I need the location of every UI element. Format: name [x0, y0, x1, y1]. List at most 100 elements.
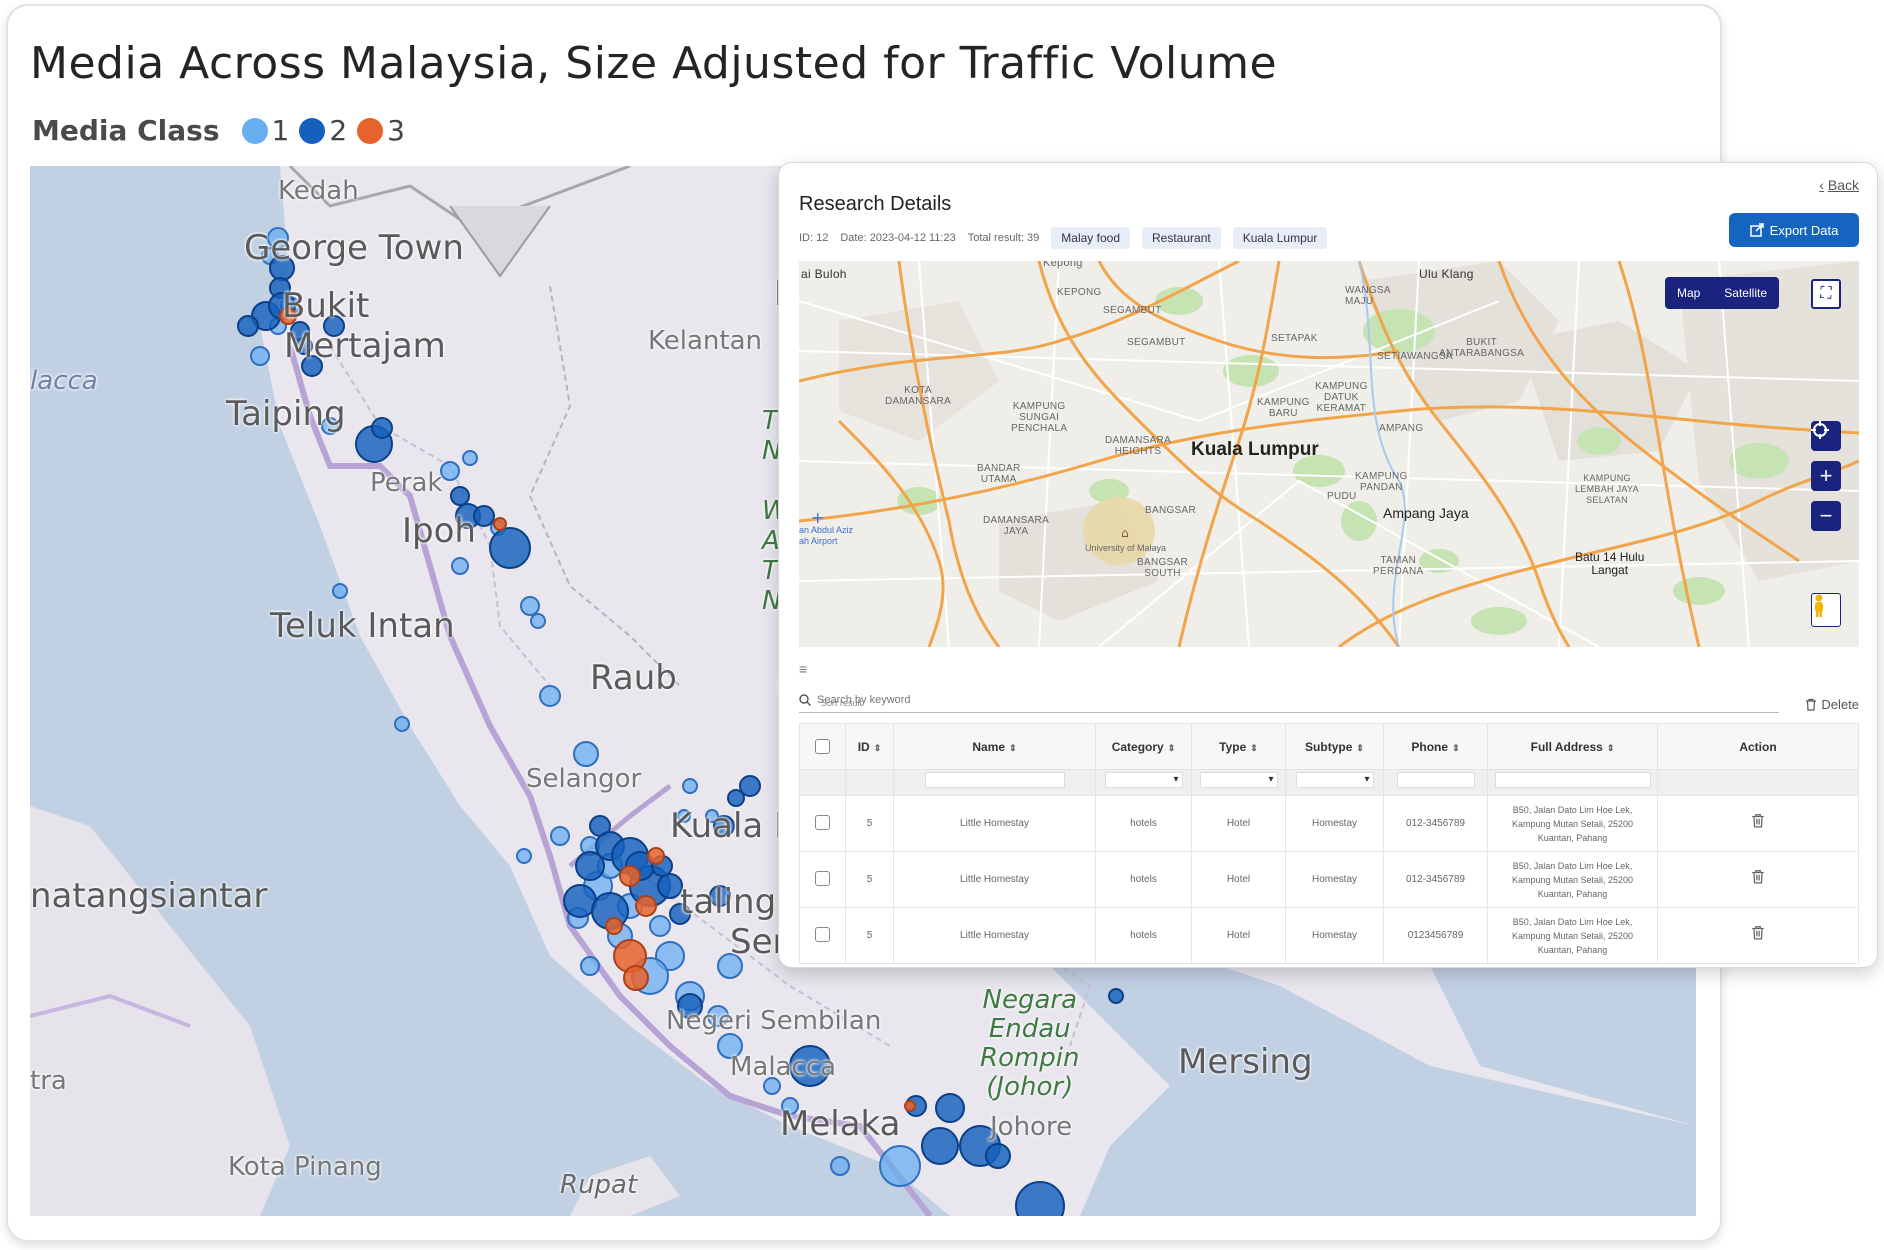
map-toggle-map[interactable]: Map	[1677, 286, 1700, 300]
map-label-ampang: AMPANG	[1379, 423, 1424, 434]
trash-icon	[1752, 870, 1764, 884]
map-label-tra: tra	[30, 1066, 67, 1096]
column-header-subtype[interactable]: Subtype ⇕	[1285, 723, 1384, 770]
fullscreen-icon[interactable]: ⛶	[1811, 279, 1841, 309]
map-label-kepong: KEPONG	[1057, 287, 1102, 298]
map-label-melaka: Melaka	[780, 1104, 901, 1144]
row-delete-button[interactable]	[1657, 795, 1859, 852]
search-bar[interactable]: Sort result	[799, 687, 1779, 713]
row-checkbox[interactable]	[815, 815, 830, 831]
sort-icon[interactable]: ≡	[799, 661, 807, 677]
cell-id: 5	[845, 795, 894, 852]
row-checkbox[interactable]	[815, 871, 830, 887]
kuala-lumpur-map[interactable]: + ⌂ ai Buloh Ulu Klang Kepong KEPONG SEG…	[799, 261, 1859, 647]
sort-arrows-icon: ⇕	[873, 742, 882, 753]
map-label-selangor: Selangor	[526, 764, 642, 794]
legend-item-2[interactable]: 2	[299, 114, 347, 147]
map-label-sg-buloh: ai Buloh	[801, 267, 847, 281]
map-label-petaling: taling	[680, 882, 777, 922]
map-label-pematangsiantar: natangsiantar	[30, 876, 268, 916]
filter-phone-input[interactable]	[1396, 771, 1475, 788]
cell-name: Little Homestay	[893, 851, 1096, 908]
column-header-name[interactable]: Name ⇕	[893, 723, 1096, 770]
column-label: Phone	[1411, 739, 1449, 754]
export-icon	[1749, 223, 1764, 237]
map-label-malacca: Malacca	[730, 1052, 837, 1082]
legend-title: Media Class	[32, 114, 220, 147]
meta-total: Total result: 39	[967, 232, 1040, 244]
column-header-phone[interactable]: Phone ⇕	[1383, 723, 1488, 770]
cell-category: hotels	[1095, 851, 1192, 908]
cell-id: 5	[845, 907, 894, 964]
map-label-setapak: SETAPAK	[1271, 333, 1318, 344]
row-select-cell[interactable]	[799, 907, 846, 964]
map-label-segambut-2: SEGAMBUT	[1127, 337, 1186, 348]
filter-category-select[interactable]	[1104, 771, 1183, 788]
row-delete-button[interactable]	[1657, 907, 1859, 964]
select-all-checkbox[interactable]	[815, 739, 830, 755]
table-row[interactable]: 5 Little Homestay hotels Hotel Homestay …	[799, 795, 1859, 852]
map-label-damansara-heights: DAMANSARA HEIGHTS	[1105, 435, 1172, 457]
map-toggle-satellite[interactable]: Satellite	[1724, 286, 1767, 300]
row-select-cell[interactable]	[799, 851, 846, 908]
map-label-datuk-keramat: KAMPUNG DATUK KERAMAT	[1315, 381, 1368, 414]
select-all-cell[interactable]	[799, 723, 846, 770]
column-label: ID	[857, 739, 870, 754]
meta-date: Date: 2023-04-12 11:23	[840, 232, 956, 244]
street-view-icon[interactable]	[1811, 593, 1841, 627]
tag-kuala-lumpur: Kuala Lumpur	[1232, 227, 1328, 249]
map-label-wangsa-maju: WANGSA MAJU	[1345, 285, 1391, 307]
crosshair-icon	[1811, 421, 1829, 439]
map-type-toggle[interactable]: Map Satellite	[1665, 277, 1779, 309]
map-label-bukit: Bukit	[282, 286, 370, 326]
cell-type: Hotel	[1191, 907, 1286, 964]
table-row[interactable]: 5 Little Homestay hotels Hotel Homestay …	[799, 851, 1859, 908]
row-checkbox[interactable]	[815, 927, 830, 943]
column-header-type[interactable]: Type ⇕	[1191, 723, 1286, 770]
filter-cell	[893, 769, 1096, 796]
sort-arrows-icon: ⇕	[1356, 742, 1364, 753]
column-header-category[interactable]: Category ⇕	[1095, 723, 1192, 770]
map-label-kampung-baru: KAMPUNG BARU	[1257, 397, 1310, 419]
delete-button[interactable]: Delete	[1805, 697, 1859, 712]
filter-subtype-select[interactable]	[1295, 771, 1374, 788]
column-label: Category	[1111, 739, 1164, 754]
filter-cell	[1095, 769, 1192, 796]
locate-icon[interactable]	[1811, 421, 1841, 451]
filter-cell	[1487, 769, 1658, 796]
map-label-airport: an Abdul Aziz ah Airport	[799, 525, 854, 546]
table-row[interactable]: 5 Little Homestay hotels Hotel Homestay …	[799, 907, 1859, 964]
table-header-row: ID ⇕ Name ⇕ Category ⇕ Type ⇕ Subtype ⇕ Phone…	[799, 723, 1859, 770]
filter-address-input[interactable]	[1494, 771, 1651, 788]
zoom-in-icon[interactable]: +	[1811, 461, 1841, 491]
back-link[interactable]: ‹ Back	[1819, 177, 1859, 193]
zoom-out-icon[interactable]: −	[1811, 501, 1841, 531]
legend-item-3[interactable]: 3	[357, 114, 405, 147]
legend-label: 3	[387, 114, 405, 147]
row-delete-button[interactable]	[1657, 851, 1859, 908]
cell-address: B50, Jalan Dato Lim Hoe Lek, Kampung Mut…	[1487, 851, 1658, 908]
map-label-kota-pinang: Kota Pinang	[228, 1152, 382, 1182]
map-label-perak: Perak	[370, 468, 443, 498]
sort-arrows-icon: ⇕	[1452, 742, 1460, 753]
column-header-address[interactable]: Full Address ⇕	[1487, 723, 1658, 770]
map-label-raub: Raub	[590, 658, 677, 698]
row-select-cell[interactable]	[799, 795, 846, 852]
filter-type-select[interactable]	[1199, 771, 1278, 788]
results-table: ID ⇕ Name ⇕ Category ⇕ Type ⇕ Subtype ⇕ Phone…	[799, 723, 1859, 964]
kl-map-base: + ⌂	[799, 261, 1859, 647]
column-header-id[interactable]: ID ⇕	[845, 723, 894, 770]
search-input[interactable]	[817, 693, 1417, 706]
map-label-kuala-lumpur: Kuala Lumpur	[1191, 439, 1319, 460]
export-data-button[interactable]: Export Data	[1729, 213, 1859, 247]
map-label-teluk-intan: Teluk Intan	[270, 606, 455, 646]
cell-name: Little Homestay	[893, 795, 1096, 852]
map-label-ipoh: Ipoh	[402, 511, 476, 551]
map-label-pudu: PUDU	[1327, 491, 1357, 502]
column-header-action: Action	[1657, 723, 1859, 770]
legend-item-1[interactable]: 1	[241, 114, 289, 147]
filter-name-input[interactable]	[924, 771, 1065, 788]
column-label: Name	[972, 739, 1006, 754]
map-label-bandar-utama: BANDAR UTAMA	[977, 463, 1021, 485]
research-title: Research Details	[799, 193, 952, 215]
